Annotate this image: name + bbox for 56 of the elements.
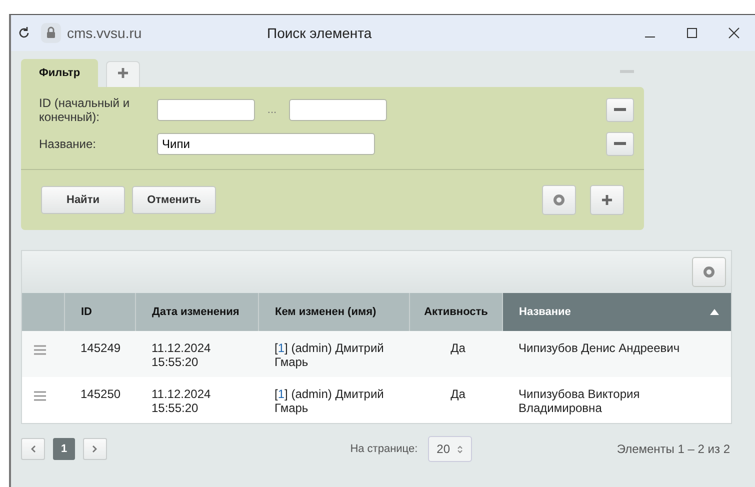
reload-icon[interactable] (17, 26, 31, 40)
find-button[interactable]: Найти (41, 186, 125, 214)
minus-icon (614, 108, 626, 112)
remove-field-button[interactable] (606, 98, 634, 122)
cancel-button[interactable]: Отменить (132, 186, 216, 214)
table-cell: Да (410, 377, 502, 423)
pager-summary: Элементы 1 – 2 из 2 (616, 442, 730, 456)
user-link[interactable]: 1 (278, 387, 285, 401)
next-page-button[interactable] (83, 438, 107, 460)
field-label: ID (начальный и конечный): (39, 96, 131, 124)
previous-page-button[interactable] (21, 438, 45, 460)
column-header[interactable]: Кем изменен (имя) (258, 293, 410, 331)
chevron-right-icon (92, 445, 98, 453)
input-field[interactable]: Чипи (157, 133, 375, 155)
settings-icon (553, 194, 565, 206)
settings-button[interactable] (692, 257, 726, 287)
close-icon[interactable] (728, 27, 740, 39)
menu-icon[interactable] (34, 345, 46, 355)
column-header[interactable]: Дата изменения (136, 293, 258, 331)
sort-icon (710, 309, 719, 315)
plus-icon (601, 194, 613, 206)
settings-icon (703, 266, 715, 278)
field-label: Название: (39, 137, 97, 151)
column-header[interactable]: ID (64, 293, 136, 331)
minus-icon (614, 142, 626, 146)
table-cell: 145250 (64, 377, 136, 423)
table-cell: 145249 (64, 331, 136, 377)
window-title: Поиск элемента (267, 25, 373, 41)
chevron-left-icon (30, 445, 36, 453)
user-link[interactable]: 1 (278, 341, 285, 355)
column-header[interactable]: Активность (410, 293, 502, 331)
page-button[interactable]: 1 (53, 438, 75, 460)
maximize-icon[interactable] (686, 27, 698, 39)
lock-icon (41, 23, 61, 43)
input-field[interactable] (289, 99, 387, 121)
add-tab-button[interactable] (106, 61, 140, 87)
address-text: cms.vvsu.ru (67, 25, 143, 41)
per-page-label: На странице: (350, 443, 418, 455)
range-separator: ... (266, 104, 278, 116)
remove-field-button[interactable] (606, 132, 634, 156)
table-cell: Чипизубов Денис Андреевич (502, 331, 731, 377)
add-field-button[interactable] (590, 185, 624, 215)
table-cell: Да (410, 331, 502, 377)
table-cell: 11.12.2024 15:55:20 (136, 377, 258, 423)
plus-icon (117, 67, 130, 79)
table-cell: 11.12.2024 15:55:20 (136, 331, 258, 377)
table-cell: Чипизубова Виктория Владимировна (502, 377, 731, 423)
column-header[interactable]: Название (502, 293, 731, 331)
settings-button[interactable] (542, 185, 576, 215)
table-cell-text: [1] (admin) Дмитрий Гмарь (274, 387, 385, 415)
menu-icon[interactable] (34, 391, 46, 401)
per-page-select[interactable]: 20 (428, 436, 472, 462)
spinner-icon (456, 444, 463, 454)
input-field[interactable] (157, 99, 255, 121)
filter-tab[interactable]: Фильтр (21, 59, 98, 87)
table-cell-text: [1] (admin) Дмитрий Гмарь (274, 341, 385, 369)
